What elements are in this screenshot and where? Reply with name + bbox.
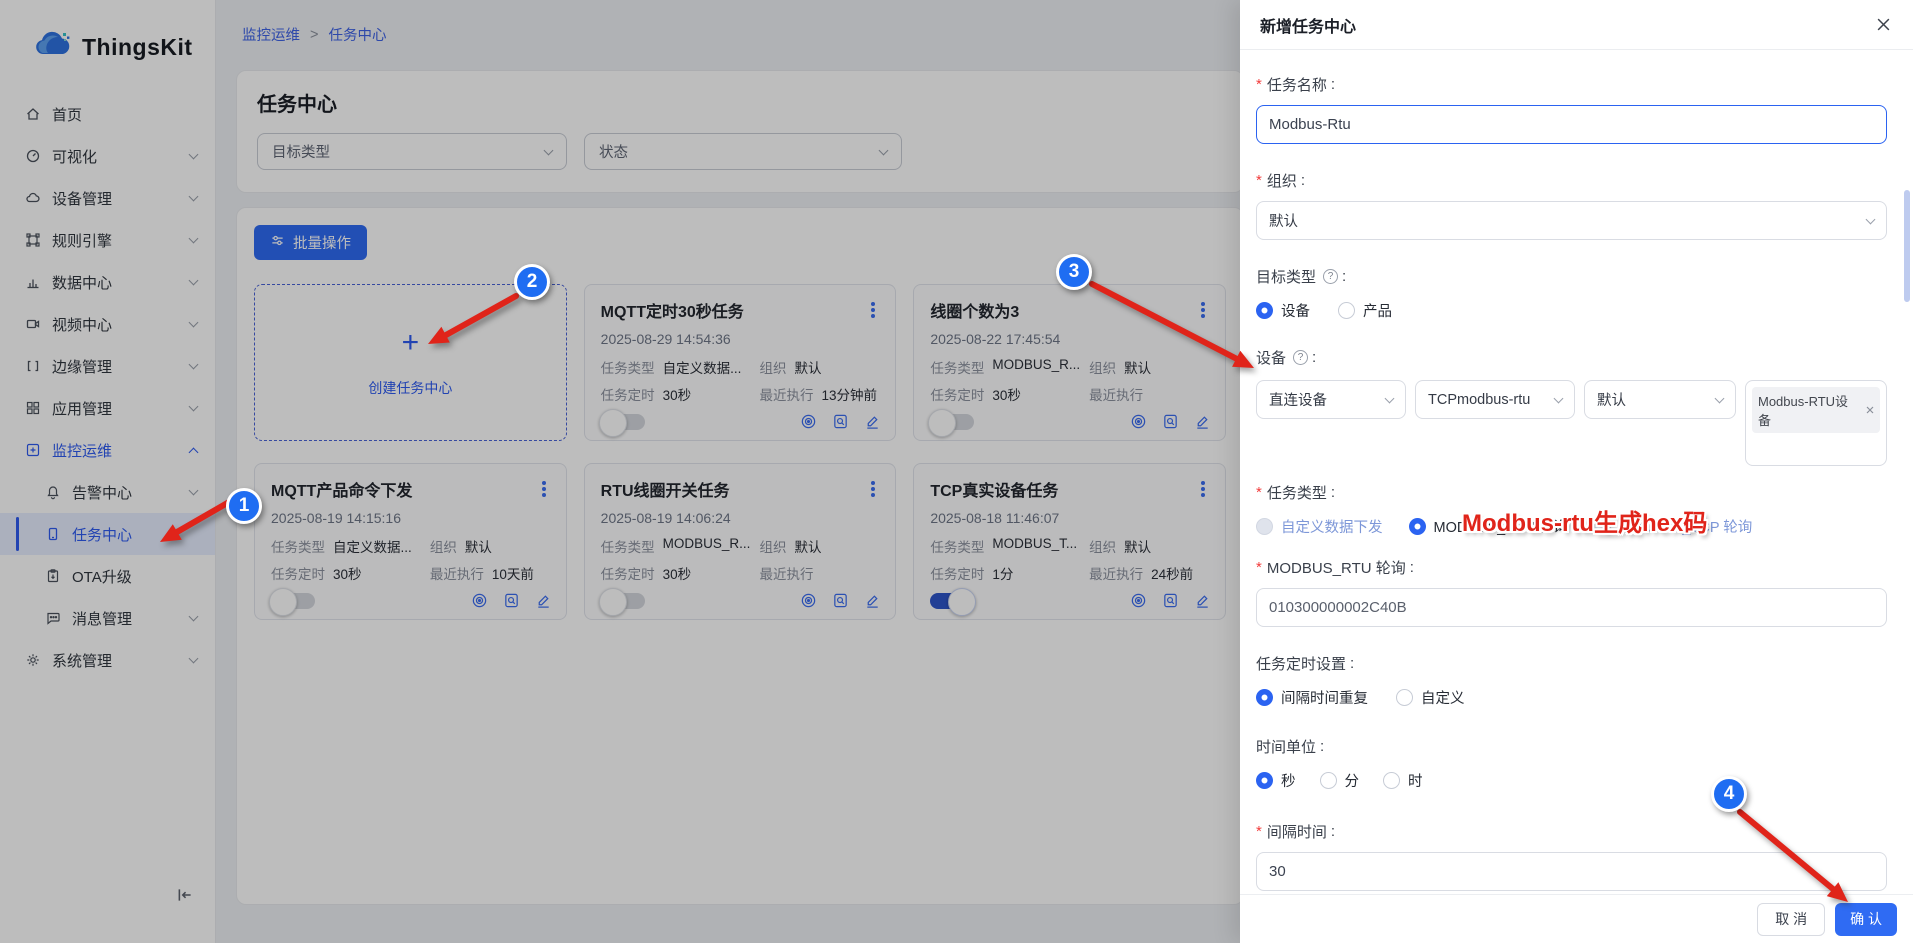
task-name-input[interactable]	[1256, 105, 1887, 144]
help-icon: ?	[1323, 269, 1338, 284]
radio-unchecked-icon	[1338, 302, 1355, 319]
radio-checked-icon	[1409, 518, 1426, 535]
radio-unit-minute[interactable]: 分	[1320, 770, 1360, 791]
radio-unchecked-icon	[1320, 772, 1337, 789]
org-select[interactable]: 默认	[1256, 201, 1887, 240]
modbus-rtu-label: * MODBUS_RTU 轮询 :	[1256, 557, 1887, 578]
time-unit-radio-group: 秒 分 时	[1256, 770, 1887, 791]
help-icon: ?	[1293, 350, 1308, 365]
radio-disabled-icon	[1256, 518, 1273, 535]
radio-custom-schedule[interactable]: 自定义	[1396, 687, 1465, 708]
org-label: * 组织 :	[1256, 170, 1887, 191]
drawer-footer: 取 消 确 认	[1240, 894, 1913, 943]
task-type-radio-group: 自定义数据下发 MODBUS_RTU 轮询 MODBUS_TCP 轮询	[1256, 516, 1887, 537]
radio-target-device[interactable]: 设备	[1256, 300, 1310, 321]
time-unit-label: 时间单位 :	[1256, 736, 1887, 757]
interval-input[interactable]	[1256, 852, 1887, 891]
chevron-down-icon	[1715, 393, 1725, 403]
radio-unchecked-icon	[1396, 689, 1413, 706]
target-type-label: 目标类型 ? :	[1256, 266, 1887, 287]
drawer-body: * 任务名称 : * 组织 : 默认 目标类型 ? : 设备 产品	[1240, 50, 1913, 891]
target-type-radio-group: 设备 产品	[1256, 300, 1887, 321]
schedule-label: 任务定时设置 :	[1256, 653, 1887, 674]
radio-unchecked-icon	[1383, 772, 1400, 789]
confirm-button[interactable]: 确 认	[1835, 903, 1897, 936]
device-product-select[interactable]: TCPmodbus-rtu	[1415, 380, 1575, 419]
modbus-rtu-hex-input[interactable]	[1256, 588, 1887, 627]
close-icon[interactable]	[1876, 17, 1891, 32]
radio-checked-icon	[1256, 302, 1273, 319]
add-task-drawer: 新增任务中心 * 任务名称 : * 组织 : 默认 目标类型 ?	[1240, 0, 1913, 943]
drawer-title: 新增任务中心	[1260, 13, 1356, 37]
device-label: 设备 ? :	[1256, 347, 1887, 368]
device-org-select[interactable]: 默认	[1584, 380, 1736, 419]
task-name-label: * 任务名称 :	[1256, 74, 1887, 95]
radio-modbus-rtu[interactable]: MODBUS_RTU 轮询	[1409, 516, 1568, 537]
radio-target-product[interactable]: 产品	[1338, 300, 1392, 321]
cancel-button[interactable]: 取 消	[1757, 903, 1825, 936]
radio-modbus-tcp[interactable]: MODBUS_TCP 轮询	[1594, 516, 1752, 537]
tag-remove-icon[interactable]	[1866, 406, 1874, 414]
radio-disabled-icon	[1594, 518, 1611, 535]
chevron-down-icon	[1554, 393, 1564, 403]
device-access-select[interactable]: 直连设备	[1256, 380, 1406, 419]
chevron-down-icon	[1385, 393, 1395, 403]
chevron-down-icon	[1866, 214, 1876, 224]
radio-unit-second[interactable]: 秒	[1256, 770, 1296, 791]
device-tag: Modbus-RTU设备	[1752, 387, 1880, 433]
radio-checked-icon	[1256, 772, 1273, 789]
schedule-radio-group: 间隔时间重复 自定义	[1256, 687, 1887, 708]
scrollbar-thumb[interactable]	[1904, 190, 1910, 302]
radio-custom-data[interactable]: 自定义数据下发	[1256, 516, 1383, 537]
radio-interval-repeat[interactable]: 间隔时间重复	[1256, 687, 1368, 708]
app-window: ThingsKit 首页 可视化 设备管理 规则引擎	[0, 0, 1913, 943]
interval-label: * 间隔时间 :	[1256, 821, 1887, 842]
radio-unit-hour[interactable]: 时	[1383, 770, 1423, 791]
radio-checked-icon	[1256, 689, 1273, 706]
device-select-row: 直连设备 TCPmodbus-rtu 默认 Modbus-RTU设备	[1256, 380, 1887, 468]
device-multiselect[interactable]: Modbus-RTU设备	[1745, 380, 1887, 466]
task-type-label: * 任务类型 :	[1256, 482, 1887, 503]
